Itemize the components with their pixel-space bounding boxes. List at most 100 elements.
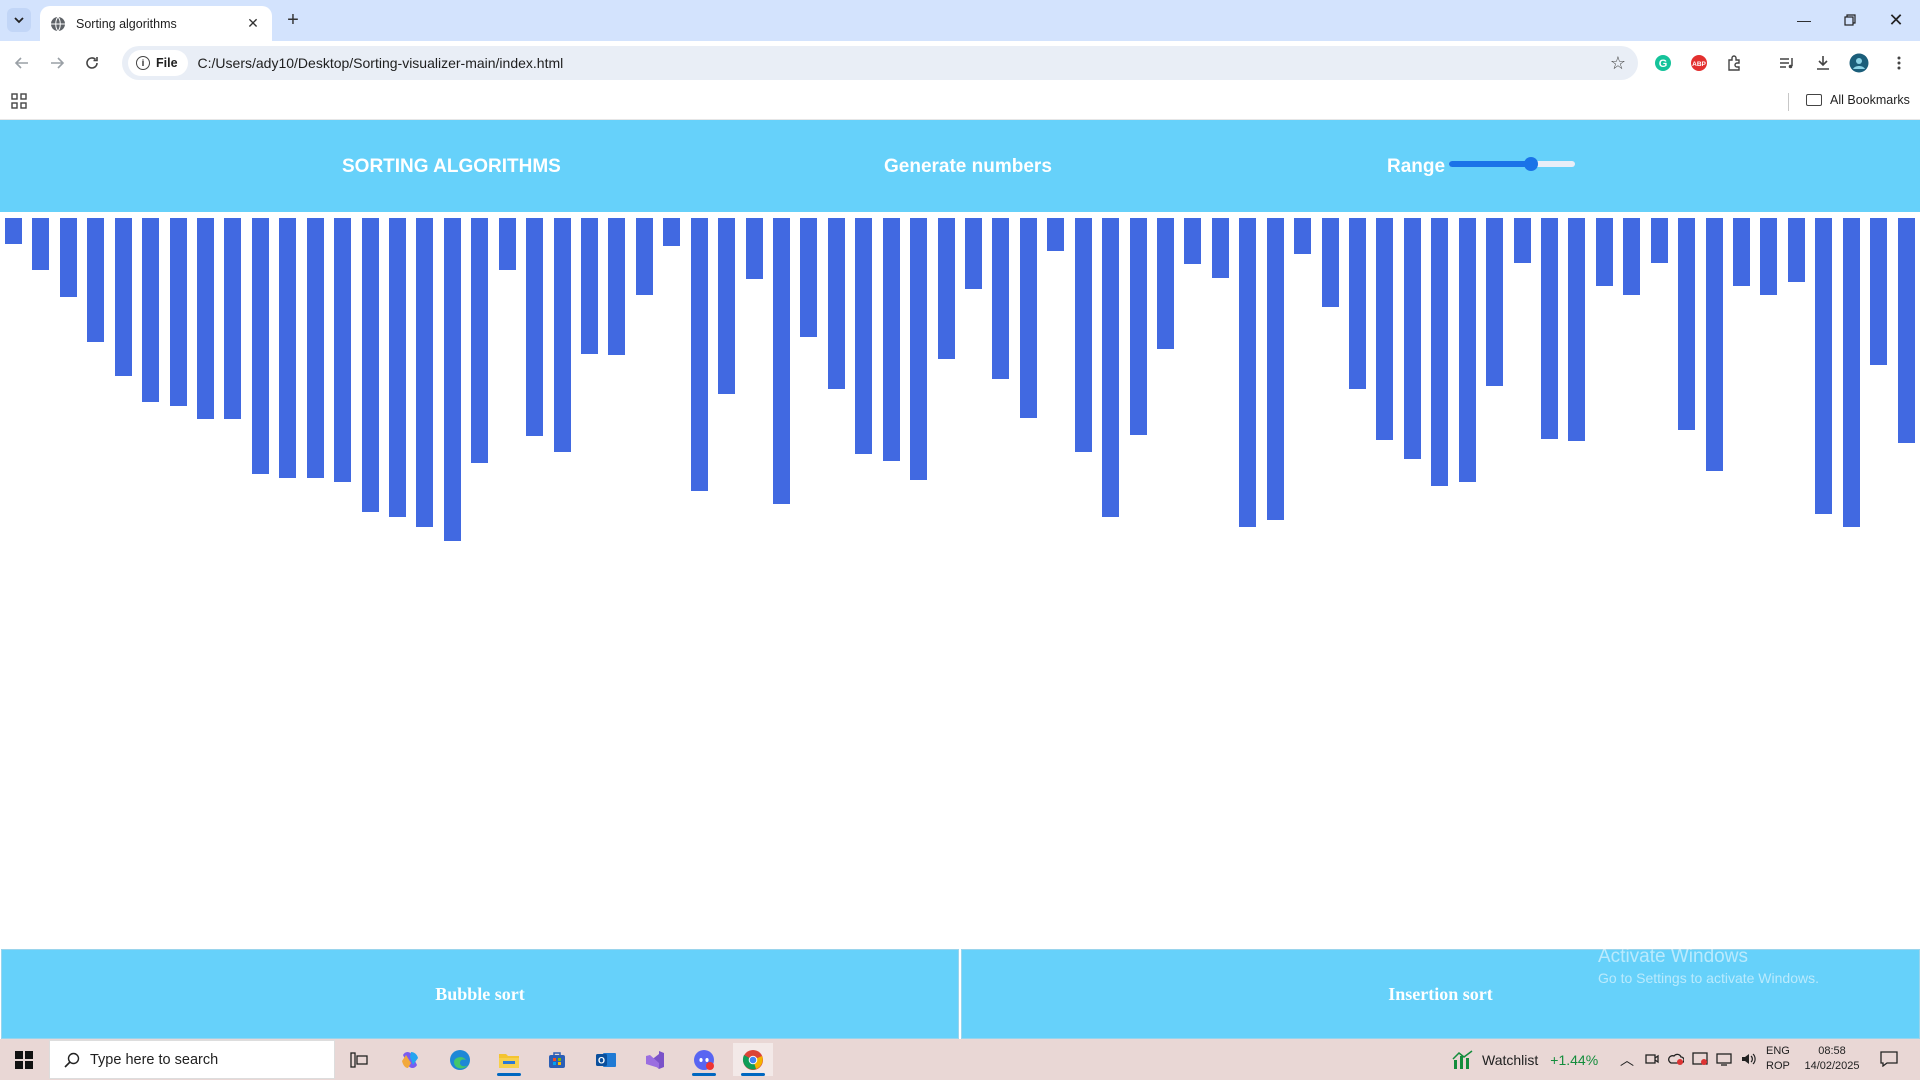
array-bar — [471, 218, 488, 463]
watermark-subtitle: Go to Settings to activate Windows. — [1598, 970, 1819, 986]
back-button[interactable] — [10, 51, 34, 75]
close-window-button[interactable]: ✕ — [1873, 0, 1919, 40]
tab-search-button[interactable] — [7, 8, 31, 32]
bookmarks-separator — [1788, 93, 1789, 111]
media-control-icon[interactable] — [1776, 52, 1798, 74]
array-bar — [1815, 218, 1832, 514]
array-bar — [1184, 218, 1201, 264]
address-bar[interactable]: i File C:/Users/ady10/Desktop/Sorting-vi… — [122, 46, 1638, 80]
reload-button[interactable] — [80, 51, 104, 75]
svg-text:ABP: ABP — [1692, 61, 1706, 68]
adblock-extension-icon[interactable]: ABP — [1688, 52, 1710, 74]
active-indicator — [497, 1073, 521, 1076]
range-slider-fill — [1449, 161, 1532, 167]
all-bookmarks-button[interactable]: All Bookmarks — [1806, 93, 1910, 107]
array-bar — [1130, 218, 1147, 435]
taskbar-file-explorer[interactable] — [489, 1043, 529, 1076]
taskbar-visual-studio[interactable] — [635, 1043, 675, 1076]
taskbar-search-box[interactable]: Type here to search — [49, 1040, 335, 1079]
array-bar — [1157, 218, 1174, 349]
restore-button[interactable] — [1827, 0, 1873, 40]
array-bar — [1514, 218, 1531, 263]
grammarly-extension-icon[interactable]: G — [1652, 52, 1674, 74]
array-bar — [718, 218, 735, 394]
array-bar — [1322, 218, 1339, 307]
meet-now-icon[interactable] — [1644, 1051, 1660, 1067]
site-info-chip[interactable]: i File — [128, 50, 188, 76]
language-line1: ENG — [1766, 1045, 1790, 1057]
site-chip-label: File — [156, 56, 178, 70]
onedrive-icon[interactable] — [1668, 1051, 1684, 1067]
page-header: SORTING ALGORITHMS Generate numbers Rang… — [0, 120, 1920, 212]
clock[interactable]: 08:58 14/02/2025 — [1802, 1044, 1862, 1074]
array-bar — [389, 218, 406, 517]
reload-icon — [86, 57, 98, 69]
network-icon[interactable] — [1716, 1051, 1732, 1067]
sorting-visualizer-page: SORTING ALGORITHMS Generate numbers Rang… — [0, 120, 1920, 1039]
array-bar — [1541, 218, 1558, 439]
stock-chart-icon — [1452, 1050, 1473, 1069]
tab-sorting-algorithms[interactable]: Sorting algorithms ✕ — [40, 6, 272, 41]
array-bar — [279, 218, 296, 478]
taskbar-outlook[interactable]: O — [586, 1043, 626, 1076]
apps-grid-icon[interactable] — [11, 93, 27, 109]
array-bar — [362, 218, 379, 512]
search-placeholder: Type here to search — [90, 1051, 219, 1068]
notifications-icon[interactable] — [1880, 1051, 1898, 1067]
array-bar — [444, 218, 461, 541]
array-bar — [965, 218, 982, 289]
taskbar-edge[interactable] — [440, 1043, 480, 1076]
range-slider-thumb[interactable] — [1524, 157, 1539, 171]
visual-studio-icon — [646, 1050, 664, 1069]
minimize-button[interactable]: — — [1781, 0, 1827, 40]
volume-icon[interactable] — [1740, 1051, 1756, 1067]
array-bar — [1075, 218, 1092, 452]
array-bar — [416, 218, 433, 527]
download-icon[interactable] — [1812, 52, 1834, 74]
language-indicator[interactable]: ENG ROP — [1766, 1044, 1790, 1074]
close-tab-icon[interactable]: ✕ — [244, 15, 262, 33]
chevron-down-icon — [14, 17, 24, 24]
taskbar-store[interactable] — [537, 1043, 577, 1076]
folder-explorer-icon — [499, 1053, 519, 1068]
url-text[interactable]: C:/Users/ady10/Desktop/Sorting-visualize… — [198, 55, 564, 71]
back-arrow-icon — [14, 57, 28, 69]
array-bar — [1376, 218, 1393, 440]
array-bar — [992, 218, 1009, 379]
defender-icon[interactable] — [1692, 1051, 1708, 1067]
array-bar — [334, 218, 351, 482]
array-bar — [1651, 218, 1668, 263]
extensions-puzzle-icon[interactable] — [1724, 52, 1746, 74]
active-indicator — [741, 1073, 765, 1076]
forward-button[interactable] — [45, 51, 69, 75]
bookmark-star-icon[interactable]: ☆ — [1610, 53, 1626, 74]
array-bar — [5, 218, 22, 244]
taskbar-chrome[interactable] — [733, 1043, 773, 1076]
array-bar — [526, 218, 543, 436]
taskbar-copilot[interactable] — [390, 1043, 430, 1076]
range-slider[interactable] — [1449, 157, 1575, 171]
chrome-icon — [742, 1049, 763, 1070]
info-icon: i — [136, 56, 150, 70]
array-bar — [1404, 218, 1421, 459]
folder-icon — [1806, 94, 1822, 106]
watchlist-widget[interactable]: Watchlist +1.44% — [1452, 1050, 1598, 1070]
generate-numbers-button[interactable]: Generate numbers — [884, 156, 1052, 178]
array-bar — [1788, 218, 1805, 282]
start-button[interactable] — [0, 1039, 48, 1080]
language-line2: ROP — [1766, 1060, 1790, 1072]
profile-avatar-icon[interactable] — [1848, 52, 1870, 74]
windows-taskbar: Type here to search O Watchlist +1.44% ︿ — [0, 1039, 1920, 1080]
array-bar — [307, 218, 324, 478]
watchlist-label: Watchlist — [1482, 1052, 1539, 1068]
taskbar-discord[interactable] — [684, 1043, 724, 1076]
array-bar — [554, 218, 571, 452]
watermark-title: Activate Windows — [1598, 946, 1748, 967]
browser-toolbar: i File C:/Users/ady10/Desktop/Sorting-vi… — [0, 41, 1920, 84]
browser-menu-icon[interactable] — [1888, 52, 1910, 74]
task-view-button[interactable] — [339, 1043, 379, 1076]
new-tab-button[interactable]: + — [282, 9, 304, 31]
bubble-sort-button[interactable]: Bubble sort — [1, 949, 959, 1039]
array-bar — [636, 218, 653, 295]
show-hidden-icons-chevron[interactable]: ︿ — [1620, 1050, 1634, 1070]
